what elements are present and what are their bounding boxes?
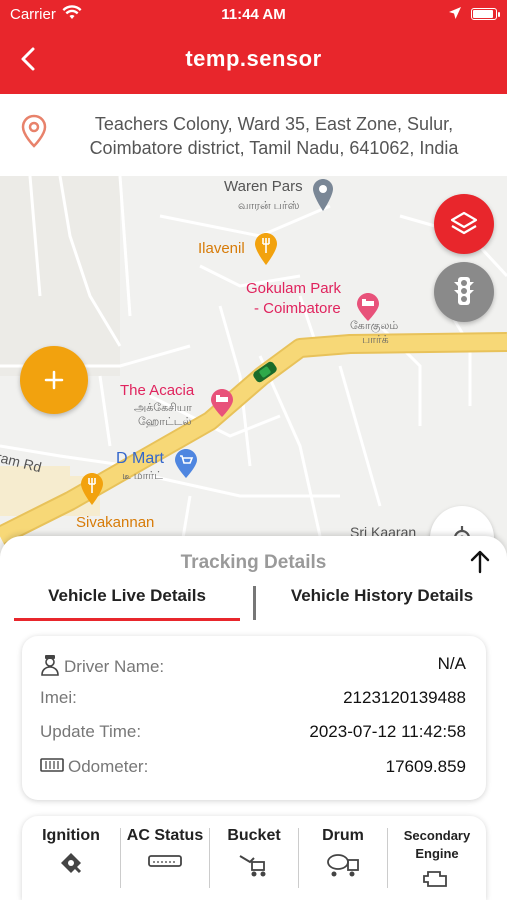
shopping-pin-icon[interactable] — [174, 448, 198, 485]
tab-vehicle-live-details[interactable]: Vehicle Live Details — [14, 586, 240, 606]
map-label-waren-pars-tamil: வாரன் பர்ஸ் — [238, 200, 300, 212]
location-pin-icon — [20, 114, 48, 153]
odometer-label: Odometer: — [68, 757, 149, 776]
restaurant-pin-icon[interactable] — [254, 232, 278, 271]
vehicle-details-card: Driver Name: N/A Imei: 2123120139488 Upd… — [22, 636, 486, 800]
drum-label: Drum — [322, 827, 364, 844]
plus-icon — [44, 370, 64, 390]
battery-icon — [471, 8, 500, 20]
imei-row: Imei: 2123120139488 — [40, 688, 466, 712]
odometer-icon — [40, 757, 64, 778]
app-header: Carrier 11:44 AM temp.sensor — [0, 0, 507, 94]
layers-icon — [450, 211, 478, 235]
location-arrow-icon — [448, 6, 462, 24]
secondary-engine-label-1: Secondary — [403, 828, 471, 843]
driver-icon — [40, 654, 60, 681]
sheet-title: Tracking Details — [180, 552, 327, 573]
ac-status[interactable]: AC Status — [121, 816, 209, 900]
tab-vehicle-history-details[interactable]: Vehicle History Details — [268, 586, 496, 606]
odometer-value: 17609.859 — [385, 757, 466, 776]
traffic-toggle-button[interactable] — [434, 262, 494, 322]
hotel-pin-icon[interactable] — [356, 292, 380, 327]
imei-value: 2123120139488 — [343, 688, 466, 707]
vehicle-status-card: Ignition AC Status Bucket Drum Secondary… — [22, 816, 486, 900]
map-label-sivakannan: Sivakannan — [76, 514, 155, 531]
map-label-dmart-tamil: டீ மார்ட் — [122, 470, 163, 482]
map-label-gokulam-coimbatore: - Coimbatore — [254, 300, 341, 317]
concrete-mixer-icon — [327, 854, 359, 877]
map-label-acacia-tamil-2: ஹோட்டல் — [138, 416, 192, 428]
restaurant-pin-icon-2[interactable] — [80, 472, 104, 511]
map-label-ilavenil: Ilavenil — [198, 240, 245, 257]
imei-label: Imei: — [40, 688, 77, 707]
expand-sheet-button[interactable] — [469, 550, 491, 579]
page-title: temp.sensor — [185, 46, 322, 71]
update-time-label: Update Time: — [40, 722, 142, 741]
hotel-pin-icon-acacia[interactable] — [210, 388, 234, 423]
ignition-status[interactable]: Ignition — [22, 816, 120, 900]
map-pin-gray-icon[interactable] — [312, 178, 334, 217]
secondary-engine-label-2: Engine — [415, 846, 459, 861]
tracking-details-sheet: Tracking Details Vehicle Live Details Ve… — [0, 536, 507, 900]
secondary-engine-status[interactable]: Secondary Engine — [388, 816, 486, 900]
address-text: Teachers Colony, Ward 35, East Zone, Sul… — [89, 114, 459, 158]
tab-separator — [253, 586, 256, 620]
map-label-waren-pars: Waren Pars — [224, 178, 303, 195]
driver-name-value: N/A — [437, 654, 466, 673]
add-button[interactable] — [20, 346, 88, 414]
odometer-row: Odometer: 17609.859 — [40, 757, 466, 781]
air-conditioner-icon — [148, 855, 182, 867]
arrow-up-icon — [470, 550, 490, 574]
clock: 11:44 AM — [221, 6, 286, 23]
excavator-icon — [239, 855, 266, 877]
map-label-dmart: D Mart — [116, 450, 164, 467]
traffic-light-icon — [454, 277, 474, 305]
status-bar: Carrier 11:44 AM — [0, 0, 507, 30]
driver-row: Driver Name: N/A — [40, 654, 466, 678]
ac-status-label: AC Status — [126, 827, 204, 844]
map-layers-button[interactable] — [434, 194, 494, 254]
driver-name-label: Driver Name: — [64, 656, 165, 676]
bucket-status[interactable]: Bucket — [210, 816, 298, 900]
active-tab-indicator — [14, 618, 240, 621]
engine-icon — [423, 871, 447, 887]
odometer-label-wrap: Odometer: — [40, 757, 148, 778]
map-label-acacia: The Acacia — [120, 382, 195, 399]
ignition-key-icon — [61, 853, 82, 874]
drum-status[interactable]: Drum — [299, 816, 387, 900]
update-time-value: 2023-07-12 11:42:58 — [309, 722, 466, 741]
driver-label-wrap: Driver Name: — [40, 654, 164, 681]
map-label-gokulam-tamil-2: பார்க் — [362, 334, 389, 346]
update-time-row: Update Time: 2023-07-12 11:42:58 — [40, 722, 466, 746]
map-label-acacia-tamil-1: அக்கேசியா — [134, 402, 192, 414]
bucket-label: Bucket — [227, 827, 281, 844]
map-label-gokulam-park: Gokulam Park — [246, 280, 342, 297]
address-bar: Teachers Colony, Ward 35, East Zone, Sul… — [0, 94, 507, 176]
ignition-label: Ignition — [42, 827, 100, 844]
